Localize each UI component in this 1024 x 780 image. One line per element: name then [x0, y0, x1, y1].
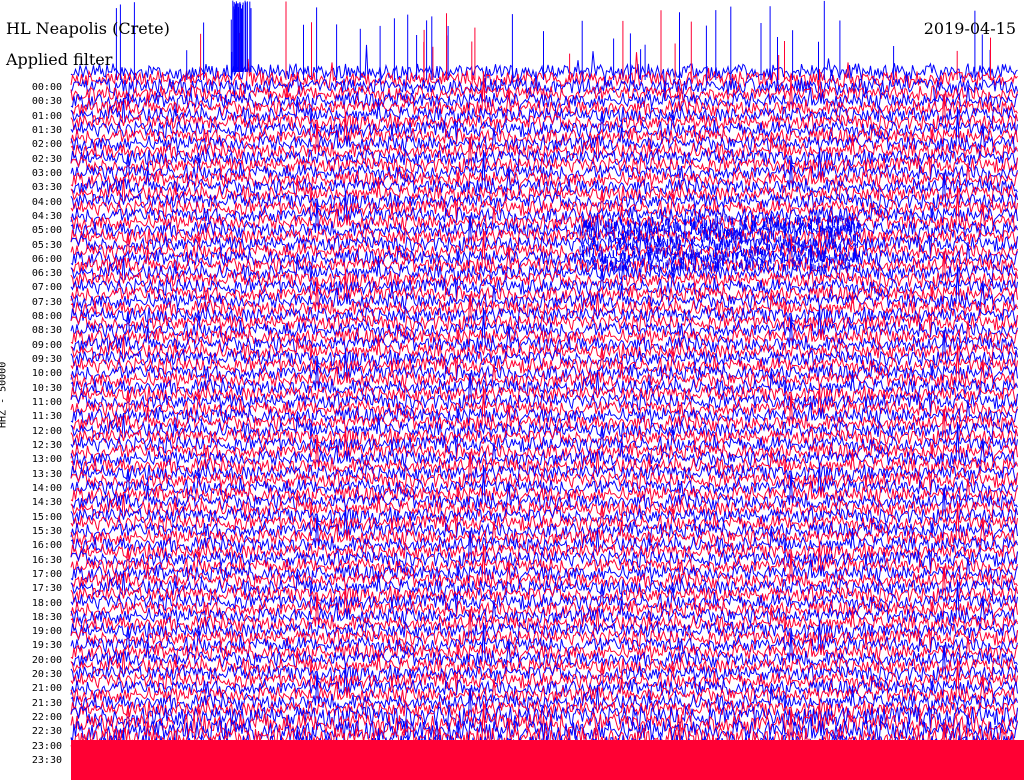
time-label: 19:00 — [31, 626, 62, 638]
time-label: 20:00 — [31, 654, 62, 666]
time-label: 08:00 — [31, 311, 62, 323]
time-label: 20:30 — [31, 669, 62, 681]
time-label: 02:30 — [31, 153, 62, 165]
plot-date: 2019-04-15 — [923, 19, 1016, 38]
time-label: 11:30 — [31, 411, 62, 423]
time-label: 06:00 — [31, 253, 62, 265]
time-label: 04:30 — [31, 210, 62, 222]
time-label: 09:00 — [31, 339, 62, 351]
time-label: 11:00 — [31, 397, 62, 409]
time-label: 15:00 — [31, 511, 62, 523]
time-label: 18:00 — [31, 597, 62, 609]
time-label: 10:30 — [31, 382, 62, 394]
time-label: 10:00 — [31, 368, 62, 380]
time-label: 12:00 — [31, 425, 62, 437]
time-label: 00:30 — [31, 96, 62, 108]
time-label: 23:00 — [31, 740, 62, 752]
time-label: 16:30 — [31, 554, 62, 566]
time-label: 12:30 — [31, 440, 62, 451]
time-label: 17:30 — [31, 583, 62, 595]
time-label: 15:30 — [31, 525, 62, 537]
time-label: 22:00 — [31, 712, 62, 724]
time-label: 03:00 — [31, 167, 62, 179]
time-label: 21:00 — [31, 683, 62, 695]
time-label: 05:00 — [31, 225, 62, 237]
time-label: 04:00 — [31, 196, 62, 208]
time-label: 18:30 — [31, 611, 62, 623]
time-label: 01:00 — [31, 110, 62, 122]
time-label: 03:30 — [31, 182, 62, 194]
time-label: 19:30 — [31, 640, 62, 652]
time-label: 06:30 — [31, 268, 62, 280]
seismogram-plot — [70, 0, 1024, 780]
time-label: 13:30 — [31, 468, 62, 480]
time-label: 13:00 — [31, 454, 62, 466]
time-label: 00:00 — [31, 82, 62, 93]
time-label: 23:30 — [31, 755, 62, 767]
time-label: 05:30 — [31, 239, 62, 251]
time-label: 01:30 — [31, 124, 62, 136]
time-label: 07:30 — [31, 296, 62, 308]
time-label: 08:30 — [31, 325, 62, 337]
time-axis: 00:00 00:30 01:00 01:30 02:00 02:30 03:00 03:30… — [0, 0, 68, 780]
time-label: 16:00 — [31, 540, 62, 552]
time-label: 14:30 — [31, 497, 62, 509]
trace-tail-block — [71, 740, 1024, 780]
time-label: 07:00 — [31, 282, 62, 294]
time-label: 21:30 — [31, 697, 62, 709]
time-label: 02:00 — [31, 139, 62, 151]
time-label: 09:30 — [31, 354, 62, 366]
time-label: 17:00 — [31, 568, 62, 580]
time-label: 14:00 — [31, 482, 62, 494]
time-label: 22:30 — [31, 726, 62, 738]
